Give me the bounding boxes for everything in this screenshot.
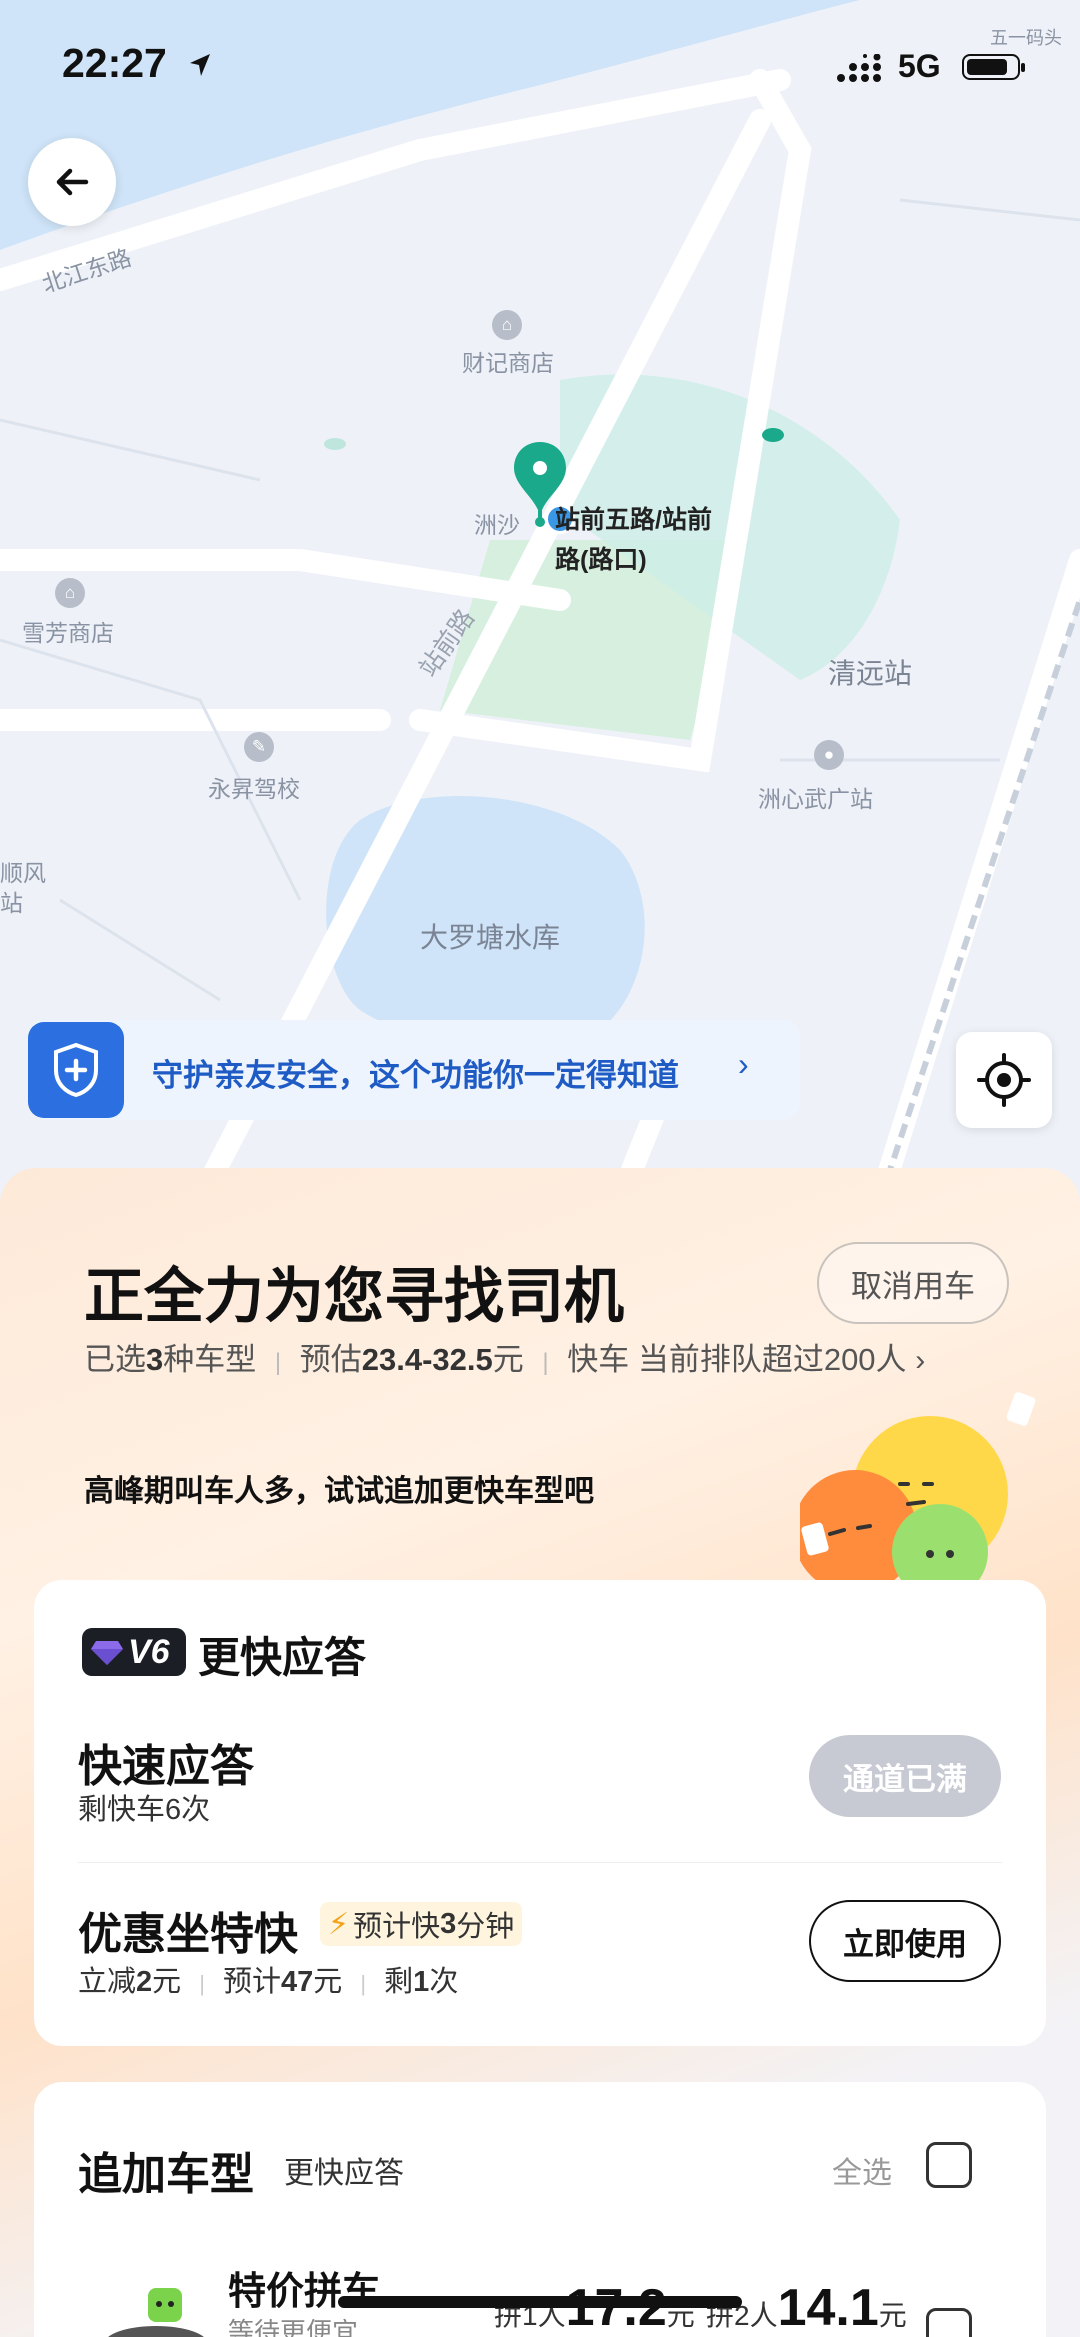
cancel-ride-button[interactable]: 取消用车	[817, 1242, 1009, 1324]
peak-hour-tip: 高峰期叫车人多，试试追加更快车型吧	[84, 1475, 594, 1508]
discount-label: 立减	[78, 1966, 137, 1998]
time-saving-prefix: 预计快	[353, 1911, 441, 1943]
status-bar: 22:27 5G	[0, 40, 1080, 100]
ride-summary-line[interactable]: 已选3种车型 | 预估23.4-32.5元 | 快车 当前排队超过200人 ›	[84, 1334, 925, 1379]
estimate-range: 23.4-32.5	[361, 1342, 493, 1377]
status-time: 22:27	[62, 40, 167, 86]
select-all-label[interactable]: 全选	[832, 2148, 892, 2192]
location-arrow-icon	[190, 54, 210, 76]
queue-status: 快车 当前排队超过200人	[567, 1342, 907, 1377]
selected-suffix: 种车型	[163, 1342, 257, 1377]
shield-plus-icon	[28, 1022, 124, 1118]
back-button[interactable]	[28, 138, 116, 226]
map-label-daluotang: 大罗塘水库	[420, 922, 561, 953]
map-view[interactable]: 北江东路 ⌂ 财记商店 ⌂ 雪芳商店 ✎ 永昇驾校 站前路 清远站 ● 洲心武广…	[0, 0, 1080, 1200]
price-value: 14.1	[777, 2279, 879, 2337]
discount-express-title: 优惠坐特快	[78, 1910, 298, 1959]
estimate-value: 47	[281, 1966, 314, 1998]
store-icon: ⌂	[492, 310, 522, 340]
selected-count: 3	[146, 1342, 164, 1377]
discount-unit: 元	[152, 1966, 182, 1998]
v6-badge-text: V6	[128, 1632, 170, 1671]
car-type-checkbox[interactable]	[926, 2308, 972, 2337]
estimate-unit: 元	[492, 1342, 524, 1377]
price-value: 17.2	[565, 2279, 667, 2337]
map-label-left-partial: 站	[0, 890, 23, 916]
pickup-address-line1: 站前五路/站前	[555, 506, 712, 534]
chevron-right-icon: ›	[915, 1344, 926, 1377]
v6-card-heading: 更快应答	[198, 1634, 367, 1681]
store-icon: ⌂	[55, 578, 85, 608]
add-car-types-heading: 追加车型	[78, 2150, 254, 2199]
map-label-zhouxin-square: 洲心武广站	[758, 786, 873, 812]
divider	[78, 1862, 1002, 1863]
remaining-unit: 次	[429, 1966, 459, 1998]
chevron-right-icon: ›	[738, 1046, 749, 1082]
fast-response-title: 快速应答	[78, 1742, 254, 1791]
recenter-location-button[interactable]	[956, 1032, 1052, 1128]
gem-icon	[91, 1641, 123, 1665]
home-indicator[interactable]	[338, 2296, 742, 2308]
time-saving-badge: ⚡ 预计快 3 分钟	[320, 1902, 523, 1946]
divider: |	[360, 1971, 367, 1996]
divider: |	[542, 1349, 549, 1376]
use-now-button[interactable]: 立即使用	[809, 1900, 1001, 1982]
signal-icon	[837, 54, 881, 82]
estimate-unit: 元	[313, 1966, 343, 1998]
mascot-illustration	[800, 1392, 1036, 1584]
crosshair-icon	[977, 1053, 1031, 1107]
time-saving-value: 3	[440, 1907, 457, 1940]
map-label-left-partial: 顺风	[0, 860, 46, 886]
remaining-label: 剩	[384, 1966, 414, 1998]
arrow-left-icon	[56, 168, 89, 196]
estimate-label: 预计	[223, 1966, 282, 1998]
safety-feature-banner[interactable]: 守护亲友安全，这个功能你一定得知道 ›	[28, 1020, 800, 1120]
price-unit: 元	[878, 2300, 907, 2331]
page-title: 正全力为您寻找司机	[84, 1263, 624, 1330]
divider: |	[274, 1349, 282, 1376]
v6-membership-badge: V6	[82, 1628, 186, 1676]
car-icon	[108, 2288, 204, 2337]
remaining-value: 1	[413, 1966, 430, 1998]
map-label-yongsheng-school: 永昇驾校	[208, 776, 300, 802]
driving-school-icon: ✎	[244, 732, 274, 762]
divider: |	[199, 1971, 205, 1996]
v6-faster-response-card: V6 更快应答 快速应答 剩快车6次 通道已满 优惠坐特快 ⚡ 预计快 3 分钟 立…	[34, 1580, 1046, 2046]
channel-full-button[interactable]: 通道已满	[809, 1735, 1001, 1817]
discount-express-details: 立减2元 | 预计47元 | 剩1次	[78, 1958, 458, 2000]
fast-response-remaining: 剩快车6次	[78, 1794, 211, 1826]
map-label-caiji-store: 财记商店	[462, 350, 554, 376]
car-type-subtitle: 等待更便宜	[228, 2317, 359, 2337]
add-car-types-subheading: 更快应答	[284, 2157, 404, 2190]
pickup-address-label[interactable]: 站前五路/站前 路(路口)	[555, 500, 712, 580]
discount-value: 2	[136, 1966, 153, 1998]
pickup-address-line2: 路(路口)	[555, 546, 647, 574]
network-type: 5G	[898, 48, 941, 84]
map-label-qingyuan-station: 清远站	[828, 658, 913, 689]
safety-banner-text: 守护亲友安全，这个功能你一定得知道	[152, 1058, 679, 1093]
time-saving-suffix: 分钟	[456, 1911, 515, 1943]
lightning-icon: ⚡	[328, 1907, 350, 1941]
selected-prefix: 已选	[84, 1342, 146, 1377]
select-all-checkbox[interactable]	[926, 2142, 972, 2188]
station-icon: ●	[814, 740, 844, 770]
ride-status-sheet: 正全力为您寻找司机 取消用车 已选3种车型 | 预估23.4-32.5元 | 快…	[0, 1168, 1080, 2337]
estimate-prefix: 预估	[299, 1342, 362, 1377]
battery-icon	[962, 54, 1025, 80]
map-label-xuefang-store: 雪芳商店	[22, 620, 114, 646]
